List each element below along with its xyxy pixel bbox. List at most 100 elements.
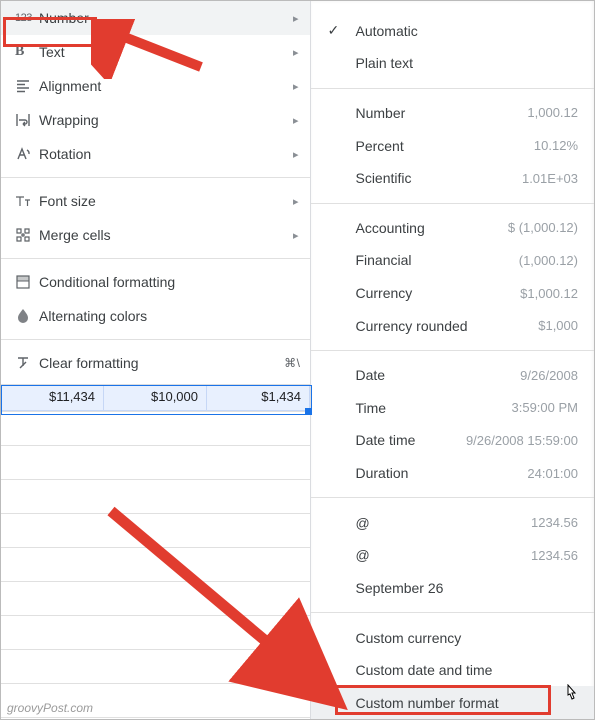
- submenu-separator: [311, 350, 594, 351]
- submenu-separator: [311, 203, 594, 204]
- menu-label: Text: [39, 44, 300, 60]
- menu-label: Merge cells: [39, 227, 300, 243]
- format-label: Automatic: [355, 23, 578, 39]
- format-label: Accounting: [355, 220, 507, 236]
- format-custom-currency[interactable]: Custom currency: [311, 621, 594, 654]
- format-at-1[interactable]: @ 1234.56: [311, 506, 594, 539]
- format-custom-number[interactable]: Custom number format: [311, 686, 594, 719]
- format-plain-text[interactable]: Plain text: [311, 47, 594, 80]
- menu-merge-cells[interactable]: Merge cells: [1, 218, 310, 252]
- wrap-icon: [15, 112, 39, 128]
- format-scientific[interactable]: Scientific 1.01E+03: [311, 162, 594, 195]
- format-duration[interactable]: Duration 24:01:00: [311, 457, 594, 490]
- menu-label: Alignment: [39, 78, 300, 94]
- menu-number[interactable]: 123 Number: [1, 1, 310, 35]
- format-example: 1234.56: [531, 515, 578, 530]
- format-example: 24:01:00: [527, 466, 578, 481]
- format-example: 9/26/2008: [520, 368, 578, 383]
- menu-shortcut: ⌘\: [284, 356, 300, 370]
- format-label: Date time: [355, 432, 465, 448]
- format-example: 10.12%: [534, 138, 578, 153]
- format-example: 1,000.12: [527, 105, 578, 120]
- grid-rows: [1, 411, 310, 720]
- menu-label: Conditional formatting: [39, 274, 300, 290]
- format-date-time[interactable]: Date time 9/26/2008 15:59:00: [311, 424, 594, 457]
- format-label: @: [355, 515, 531, 531]
- bold-icon: B: [15, 44, 39, 60]
- conditional-format-icon: [15, 274, 39, 290]
- format-label: Custom currency: [355, 630, 578, 646]
- format-example: $ (1,000.12): [508, 220, 578, 235]
- format-label: Custom number format: [355, 695, 578, 711]
- format-example: (1,000.12): [519, 253, 578, 268]
- menu-alternating-colors[interactable]: Alternating colors: [1, 299, 310, 333]
- format-example: 1234.56: [531, 548, 578, 563]
- format-accounting[interactable]: Accounting $ (1,000.12): [311, 211, 594, 244]
- number-format-submenu: Automatic Plain text Number 1,000.12 Per…: [311, 1, 594, 719]
- menu-clear-formatting[interactable]: Clear formatting ⌘\: [1, 346, 310, 380]
- format-example: 3:59:00 PM: [512, 400, 579, 415]
- format-menu: 123 Number B Text Alignment Wrapping Rot…: [1, 1, 311, 719]
- format-label: Time: [355, 400, 511, 416]
- format-label: Duration: [355, 465, 527, 481]
- spreadsheet-area: $11,434 $10,000 $1,434: [1, 385, 310, 719]
- format-label: @: [355, 547, 531, 563]
- format-date[interactable]: Date 9/26/2008: [311, 359, 594, 392]
- submenu-separator: [311, 612, 594, 613]
- format-number[interactable]: Number 1,000.12: [311, 97, 594, 130]
- format-currency[interactable]: Currency $1,000.12: [311, 277, 594, 310]
- format-label: September 26: [355, 580, 578, 596]
- format-label: Percent: [355, 138, 533, 154]
- format-label: Scientific: [355, 170, 521, 186]
- menu-alignment[interactable]: Alignment: [1, 69, 310, 103]
- format-at-2[interactable]: @ 1234.56: [311, 539, 594, 572]
- menu-label: Clear formatting: [39, 355, 284, 371]
- format-label: Financial: [355, 252, 518, 268]
- font-size-icon: [15, 193, 39, 209]
- submenu-separator: [311, 88, 594, 89]
- menu-label: Rotation: [39, 146, 300, 162]
- format-example: 1.01E+03: [522, 171, 578, 186]
- format-example: $1,000.12: [520, 286, 578, 301]
- merge-icon: [15, 227, 39, 243]
- format-custom-date-time[interactable]: Custom date and time: [311, 654, 594, 687]
- menu-label: Font size: [39, 193, 300, 209]
- menu-separator: [1, 258, 310, 259]
- format-label: Currency: [355, 285, 520, 301]
- menu-font-size[interactable]: Font size: [1, 184, 310, 218]
- menu-label: Alternating colors: [39, 308, 300, 324]
- format-example: 9/26/2008 15:59:00: [466, 433, 578, 448]
- clear-format-icon: [15, 355, 39, 371]
- selected-row[interactable]: $11,434 $10,000 $1,434: [1, 385, 310, 411]
- menu-rotation[interactable]: Rotation: [1, 137, 310, 171]
- menu-text[interactable]: B Text: [1, 35, 310, 69]
- format-financial[interactable]: Financial (1,000.12): [311, 244, 594, 277]
- format-label: Custom date and time: [355, 662, 578, 678]
- cell[interactable]: $11,434: [1, 385, 104, 411]
- rotation-icon: [15, 146, 39, 162]
- menu-separator: [1, 339, 310, 340]
- format-label: Date: [355, 367, 520, 383]
- cell[interactable]: $1,434: [207, 385, 310, 411]
- menu-conditional-formatting[interactable]: Conditional formatting: [1, 265, 310, 299]
- submenu-separator: [311, 497, 594, 498]
- menu-wrapping[interactable]: Wrapping: [1, 103, 310, 137]
- format-label: Currency rounded: [355, 318, 538, 334]
- menu-separator: [1, 177, 310, 178]
- menu-label: Number: [39, 10, 300, 26]
- number-123-icon: 123: [15, 12, 39, 24]
- menu-label: Wrapping: [39, 112, 300, 128]
- format-percent[interactable]: Percent 10.12%: [311, 129, 594, 162]
- watermark: groovyPost.com: [7, 701, 93, 715]
- format-currency-rounded[interactable]: Currency rounded $1,000: [311, 309, 594, 342]
- format-automatic[interactable]: Automatic: [311, 14, 594, 47]
- cell[interactable]: $10,000: [104, 385, 207, 411]
- format-label: Plain text: [355, 55, 578, 71]
- align-icon: [15, 78, 39, 94]
- cursor-icon: [562, 684, 580, 709]
- format-sep-26[interactable]: September 26: [311, 572, 594, 605]
- format-example: $1,000: [538, 318, 578, 333]
- format-time[interactable]: Time 3:59:00 PM: [311, 392, 594, 425]
- format-label: Number: [355, 105, 527, 121]
- alternating-colors-icon: [15, 308, 39, 324]
